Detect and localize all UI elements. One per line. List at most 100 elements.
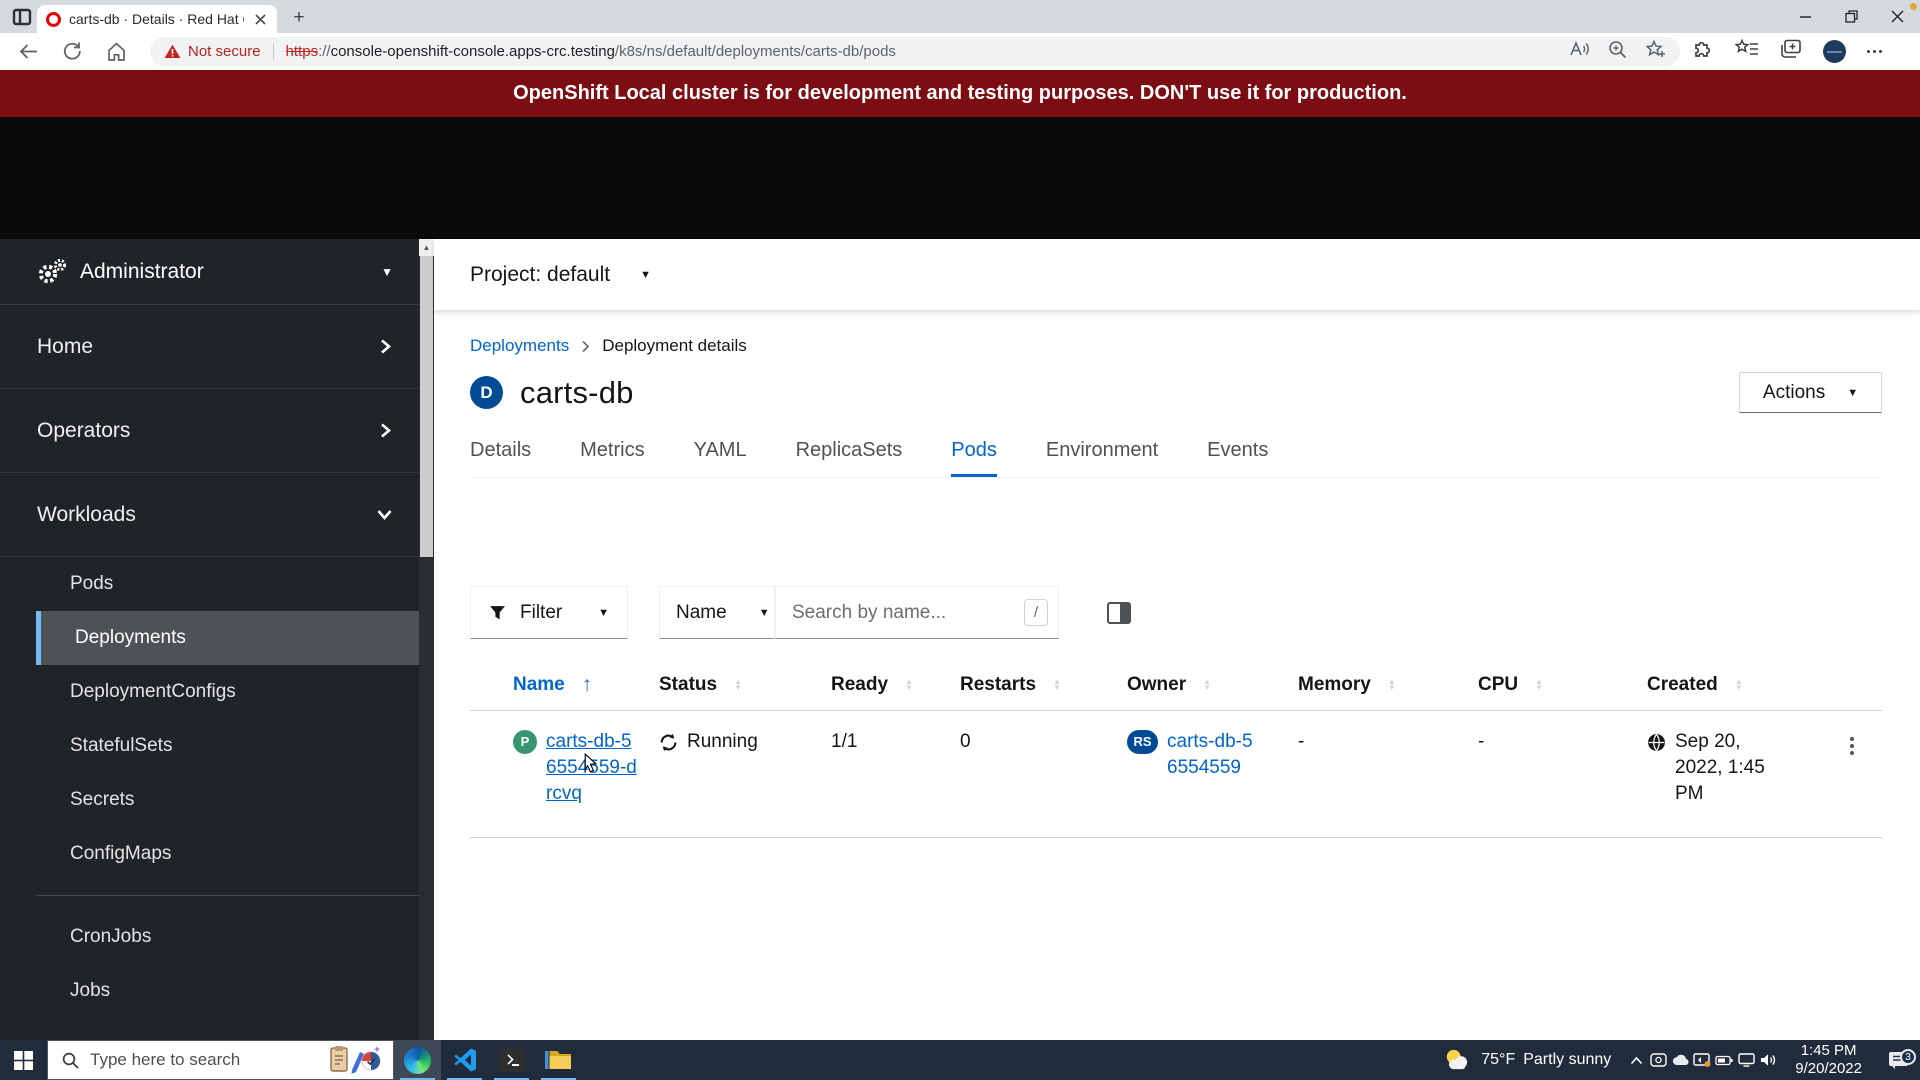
perspective-switcher[interactable]: Administrator ▼ <box>0 239 419 305</box>
security-label[interactable]: Not secure <box>188 43 261 60</box>
row-kebab-menu-icon[interactable] <box>1850 737 1882 807</box>
browser-toolbar: Not secure https://console-openshift-con… <box>0 33 1920 70</box>
sidebar-item-pods[interactable]: Pods <box>0 557 419 611</box>
breadcrumb-deployments-link[interactable]: Deployments <box>470 336 569 356</box>
column-header-created[interactable]: Created ▲ ▼ <box>1647 673 1847 697</box>
column-header-memory[interactable]: Memory ▲ ▼ <box>1298 673 1478 697</box>
browser-tab[interactable]: carts-db · Details · Red Hat Open <box>37 5 277 33</box>
read-aloud-icon[interactable] <box>1569 40 1589 62</box>
tab-events[interactable]: Events <box>1207 439 1268 477</box>
sort-icon[interactable]: ▲ ▼ <box>1735 678 1743 692</box>
filter-dropdown[interactable]: Filter ▼ <box>470 586 628 639</box>
manage-columns-icon[interactable] <box>1107 601 1131 624</box>
window-minimize-button[interactable] <box>1782 0 1828 33</box>
sidebar-item-workloads[interactable]: Workloads <box>0 473 419 557</box>
sidebar-item-home[interactable]: Home <box>0 305 419 389</box>
back-icon[interactable] <box>18 41 40 63</box>
sort-icon[interactable]: ▲ ▼ <box>1203 678 1211 692</box>
address-bar[interactable]: Not secure https://console-openshift-con… <box>150 37 1680 66</box>
home-icon[interactable] <box>106 41 128 63</box>
tray-network-icon[interactable] <box>1735 1053 1757 1067</box>
filter-funnel-icon <box>490 606 505 620</box>
new-tab-button[interactable]: + <box>286 6 312 30</box>
start-button[interactable] <box>0 1040 47 1080</box>
sidebar-nav: Administrator ▼ Home Operators Workloads… <box>0 239 419 1040</box>
pods-table: Name ↑ Status ▲ ▼ Ready ▲ ▼ Restarts ▲ ▼ Owner ▲… <box>470 673 1882 838</box>
cluster-warning-banner: OpenShift Local cluster is for developme… <box>0 70 1920 117</box>
favorite-add-icon[interactable] <box>1645 39 1666 64</box>
taskbar-search-input[interactable] <box>90 1050 314 1070</box>
tab-actions-icon[interactable] <box>12 7 32 27</box>
chevron-down-icon: ▼ <box>381 264 393 279</box>
sort-icon[interactable]: ▲ ▼ <box>905 678 913 692</box>
tab-details[interactable]: Details <box>470 439 531 477</box>
sort-ascending-icon[interactable]: ↑ <box>582 673 593 697</box>
project-selector[interactable]: Project: default ▼ <box>434 239 1920 310</box>
window-restore-button[interactable] <box>1828 0 1874 33</box>
extensions-icon[interactable] <box>1692 38 1714 65</box>
sort-icon[interactable]: ▲ ▼ <box>1053 678 1061 692</box>
taskbar-search[interactable] <box>47 1040 394 1080</box>
taskbar-explorer-icon[interactable] <box>535 1040 582 1080</box>
tab-metrics[interactable]: Metrics <box>580 439 644 477</box>
zoom-icon[interactable] <box>1608 40 1627 64</box>
owner-link[interactable]: carts-db-56554559 <box>1167 729 1261 781</box>
sidebar-item-configmaps[interactable]: ConfigMaps <box>0 827 419 881</box>
tab-yaml[interactable]: YAML <box>694 439 747 477</box>
windows-taskbar: 75°F Partly sunny 1:45 PM 9/20/2022 3 <box>0 1040 1920 1080</box>
search-input[interactable] <box>792 601 1024 624</box>
taskbar-clock[interactable]: 1:45 PM 9/20/2022 <box>1779 1042 1876 1078</box>
sidebar-item-deployments[interactable]: Deployments <box>36 611 419 665</box>
column-header-status[interactable]: Status ▲ ▼ <box>659 673 831 697</box>
taskbar-vscode-icon[interactable] <box>441 1040 488 1080</box>
taskbar-edge-icon[interactable] <box>394 1040 441 1080</box>
sidebar-scrollbar[interactable]: ▲ <box>419 239 434 1040</box>
url-text[interactable]: https://console-openshift-console.apps-c… <box>286 43 896 60</box>
column-header-cpu[interactable]: CPU ▲ ▼ <box>1478 673 1647 697</box>
mouse-cursor <box>584 753 598 773</box>
clock-time: 1:45 PM <box>1800 1042 1857 1059</box>
tab-environment[interactable]: Environment <box>1046 439 1158 477</box>
profile-avatar[interactable] <box>1823 40 1846 63</box>
column-header-owner[interactable]: Owner ▲ ▼ <box>1127 673 1298 697</box>
actions-button[interactable]: Actions ▼ <box>1739 372 1882 413</box>
sidebar-item-cronjobs[interactable]: CronJobs <box>0 910 419 964</box>
tray-screencast-icon[interactable] <box>1647 1053 1669 1067</box>
cell-cpu: - <box>1478 731 1485 752</box>
taskbar-terminal-icon[interactable] <box>488 1040 535 1080</box>
sidebar-item-operators[interactable]: Operators <box>0 389 419 473</box>
weather-widget[interactable]: 75°F Partly sunny <box>1443 1047 1625 1073</box>
sidebar-item-deploymentconfigs[interactable]: DeploymentConfigs <box>0 665 419 719</box>
sort-icon[interactable]: ▲ ▼ <box>1535 678 1543 692</box>
column-header-restarts[interactable]: Restarts ▲ ▼ <box>960 673 1127 697</box>
chevron-down-icon: ▼ <box>1847 386 1859 399</box>
sort-icon[interactable]: ▲ ▼ <box>1388 678 1396 692</box>
filter-type-dropdown[interactable]: Name ▼ <box>659 586 775 639</box>
tray-display-icon[interactable] <box>1691 1053 1713 1067</box>
chevron-down-icon: ▼ <box>598 606 609 619</box>
column-header-name[interactable]: Name ↑ <box>513 673 659 697</box>
column-header-ready[interactable]: Ready ▲ ▼ <box>831 673 960 697</box>
search-box[interactable]: / <box>775 586 1059 639</box>
tab-close-icon[interactable] <box>252 11 268 27</box>
scrollbar-thumb[interactable] <box>420 256 433 557</box>
sidebar-item-jobs[interactable]: Jobs <box>0 964 419 1018</box>
tab-replicasets[interactable]: ReplicaSets <box>796 439 903 477</box>
action-center-icon[interactable]: 3 <box>1876 1049 1920 1069</box>
breadcrumb-current: Deployment details <box>602 336 747 355</box>
sort-icon[interactable]: ▲ ▼ <box>734 678 742 692</box>
tray-battery-icon[interactable] <box>1713 1055 1735 1066</box>
refresh-icon[interactable] <box>62 41 84 63</box>
browser-menu-icon[interactable] <box>1867 50 1882 53</box>
tab-pods[interactable]: Pods <box>951 439 997 477</box>
tray-onedrive-icon[interactable] <box>1669 1054 1691 1066</box>
sidebar-item-statefulsets[interactable]: StatefulSets <box>0 719 419 773</box>
sidebar-item-secrets[interactable]: Secrets <box>0 773 419 827</box>
collections-icon[interactable] <box>1780 39 1802 64</box>
divider <box>272 43 274 60</box>
clock-date: 9/20/2022 <box>1795 1060 1862 1077</box>
hidden-icons-chevron[interactable] <box>1625 1056 1647 1065</box>
scroll-up-icon[interactable]: ▲ <box>419 239 434 256</box>
favorites-bar-icon[interactable] <box>1734 38 1759 64</box>
tray-volume-icon[interactable] <box>1757 1053 1779 1067</box>
